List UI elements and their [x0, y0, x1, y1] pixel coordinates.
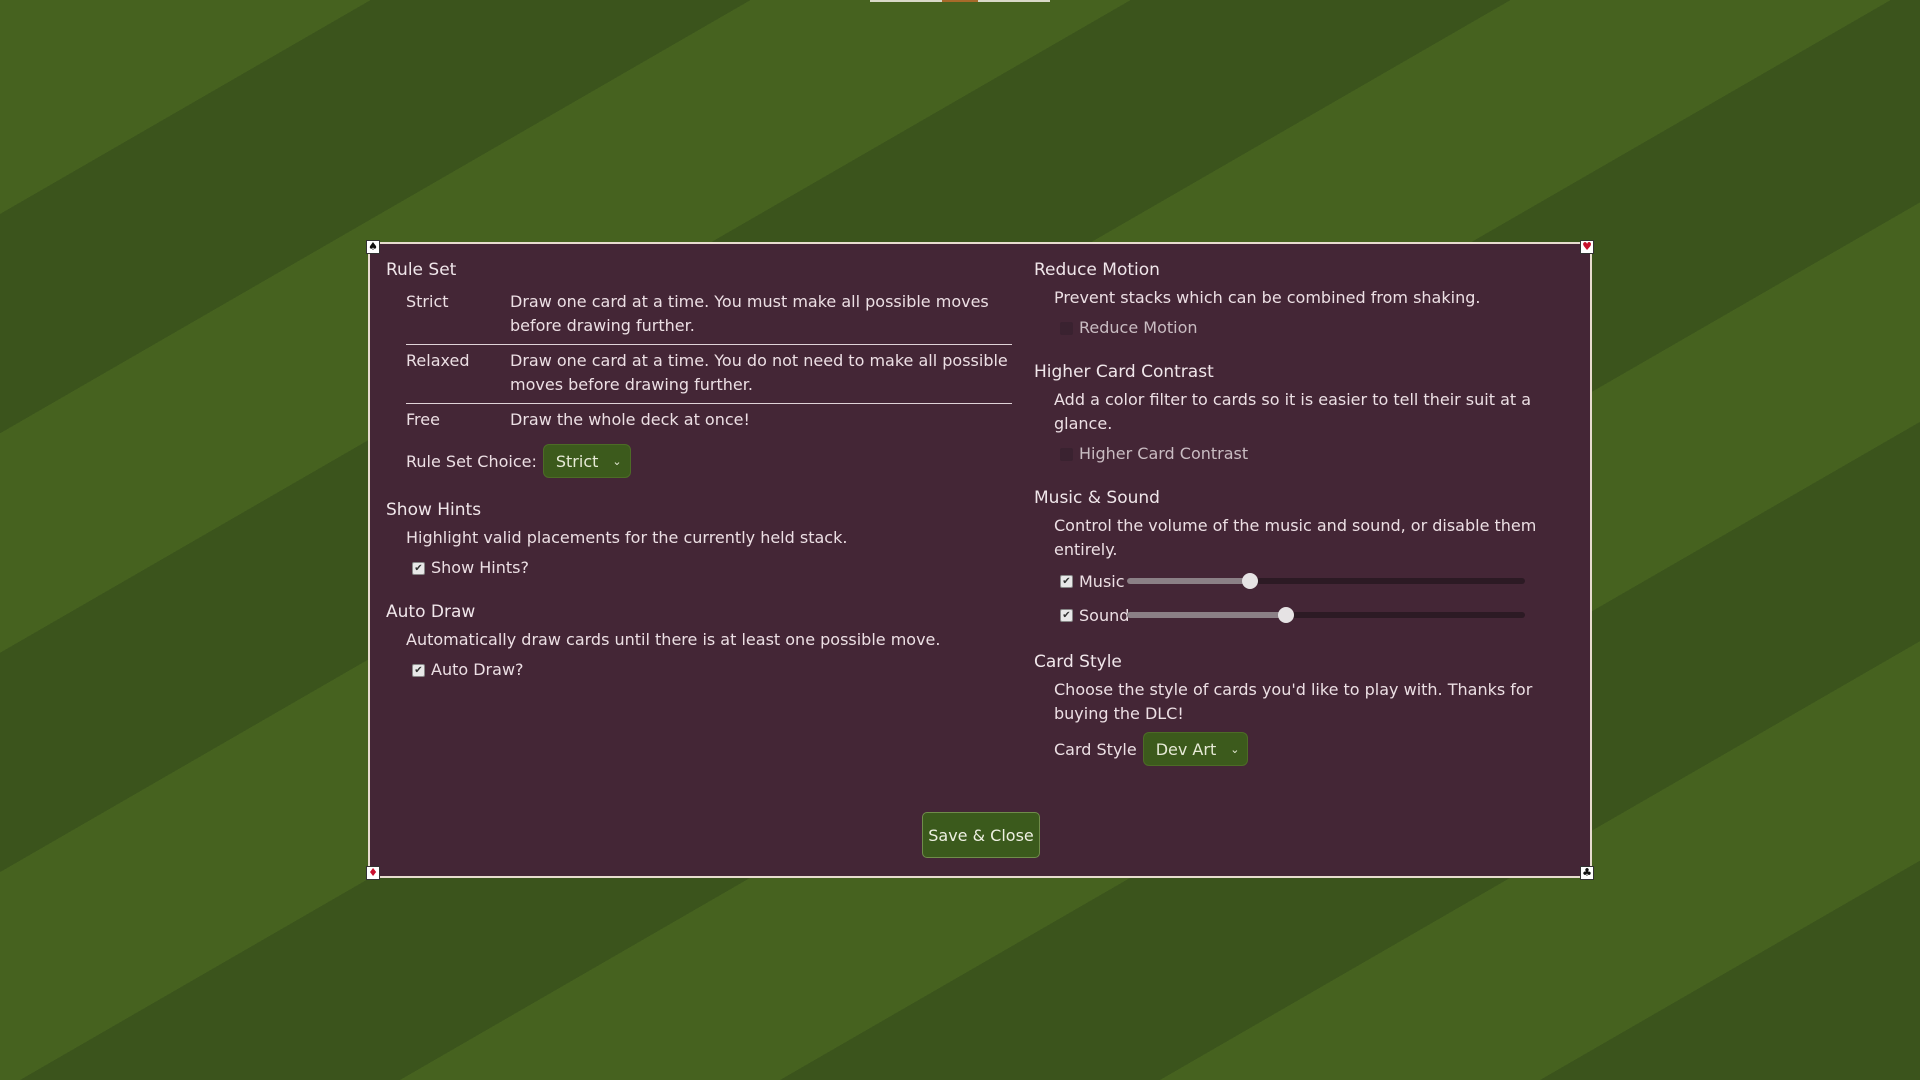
- card-style-select-value: Dev Art: [1155, 739, 1217, 759]
- rule-row-free: Free Draw the whole deck at once!: [406, 404, 1012, 439]
- higher-contrast-label: Higher Card Contrast: [1079, 444, 1249, 463]
- rule-row-strict: Strict Draw one card at a time. You must…: [406, 286, 1012, 345]
- sound-volume-slider[interactable]: [1127, 607, 1525, 623]
- rule-set-section: Rule Set Strict Draw one card at a time.…: [386, 258, 1012, 478]
- save-close-button[interactable]: Save & Close: [922, 812, 1040, 858]
- card-style-select[interactable]: Dev Art ⌄: [1142, 732, 1249, 766]
- diamond-icon: ♦: [366, 866, 380, 880]
- higher-contrast-toggle[interactable]: Higher Card Contrast: [1060, 442, 1574, 466]
- card-style-section: Card Style Choose the style of cards you…: [1034, 650, 1574, 766]
- sound-row: ✔ Sound: [1060, 600, 1574, 630]
- auto-draw-label: Auto Draw?: [431, 660, 524, 679]
- show-hints-description: Highlight valid placements for the curre…: [406, 528, 848, 547]
- music-row: ✔ Music: [1060, 566, 1574, 596]
- sound-label: Sound: [1079, 605, 1130, 625]
- rule-name: Free: [406, 410, 440, 429]
- higher-contrast-description: Add a color filter to cards so it is eas…: [1054, 390, 1532, 433]
- club-icon: ♣: [1580, 866, 1594, 880]
- top-card-edge: [870, 0, 1050, 2]
- rule-set-title: Rule Set: [386, 260, 457, 280]
- reduce-motion-toggle[interactable]: Reduce Motion: [1060, 316, 1574, 340]
- music-sound-section: Music & Sound Control the volume of the …: [1034, 486, 1574, 630]
- music-slider-fill: [1127, 578, 1251, 584]
- card-style-choice-label: Card Style: [1054, 739, 1137, 759]
- music-sound-description: Control the volume of the music and soun…: [1054, 516, 1537, 559]
- rule-set-select[interactable]: Strict ⌄: [542, 444, 631, 478]
- reduce-motion-label: Reduce Motion: [1079, 318, 1198, 337]
- right-column: Reduce Motion Prevent stacks which can b…: [1034, 258, 1574, 786]
- music-volume-slider[interactable]: [1127, 573, 1525, 589]
- rule-name: Strict: [406, 286, 510, 345]
- sound-slider-fill: [1127, 612, 1287, 618]
- left-column: Rule Set Strict Draw one card at a time.…: [386, 258, 1012, 702]
- rule-set-choice-label: Rule Set Choice:: [406, 451, 537, 471]
- auto-draw-checkbox[interactable]: ✔: [412, 663, 425, 677]
- sound-slider-thumb[interactable]: [1278, 607, 1295, 623]
- rule-name: Relaxed: [406, 344, 510, 404]
- auto-draw-description: Automatically draw cards until there is …: [406, 630, 941, 649]
- music-slider-thumb[interactable]: [1242, 573, 1259, 589]
- auto-draw-section: Auto Draw Automatically draw cards until…: [386, 600, 1012, 682]
- rule-set-table: Strict Draw one card at a time. You must…: [406, 286, 1012, 438]
- auto-draw-title: Auto Draw: [386, 602, 476, 622]
- music-checkbox[interactable]: ✔: [1060, 574, 1073, 588]
- higher-contrast-checkbox[interactable]: [1060, 447, 1073, 461]
- music-sound-title: Music & Sound: [1034, 488, 1160, 508]
- show-hints-label: Show Hints?: [431, 558, 529, 577]
- rule-description: Draw one card at a time. You must make a…: [510, 286, 1012, 345]
- rule-set-select-value: Strict: [555, 451, 599, 471]
- music-label: Music: [1079, 571, 1125, 591]
- reduce-motion-description: Prevent stacks which can be combined fro…: [1054, 288, 1481, 307]
- chevron-down-icon: ⌄: [1230, 742, 1240, 756]
- card-style-title: Card Style: [1034, 652, 1122, 672]
- rule-description: Draw one card at a time. You do not need…: [510, 344, 1012, 404]
- rule-set-choice-row: Rule Set Choice: Strict ⌄: [406, 444, 1012, 478]
- reduce-motion-section: Reduce Motion Prevent stacks which can b…: [1034, 258, 1574, 340]
- card-style-description: Choose the style of cards you'd like to …: [1054, 680, 1533, 723]
- sound-checkbox[interactable]: ✔: [1060, 608, 1073, 622]
- show-hints-checkbox[interactable]: ✔: [412, 561, 425, 575]
- reduce-motion-title: Reduce Motion: [1034, 260, 1160, 280]
- rule-row-relaxed: Relaxed Draw one card at a time. You do …: [406, 344, 1012, 404]
- show-hints-title: Show Hints: [386, 500, 482, 520]
- heart-icon: ♥: [1580, 240, 1594, 254]
- auto-draw-toggle[interactable]: ✔ Auto Draw?: [412, 658, 1012, 682]
- higher-contrast-section: Higher Card Contrast Add a color filter …: [1034, 360, 1574, 466]
- chevron-down-icon: ⌄: [612, 454, 622, 468]
- rule-description: Draw the whole deck at once!: [510, 410, 750, 429]
- higher-contrast-title: Higher Card Contrast: [1034, 362, 1214, 382]
- show-hints-toggle[interactable]: ✔ Show Hints?: [412, 556, 1012, 580]
- settings-dialog: ♠ ♥ ♦ ♣ Rule Set Strict Draw one card at…: [366, 240, 1594, 880]
- reduce-motion-checkbox[interactable]: [1060, 321, 1073, 335]
- card-style-choice-row: Card Style Dev Art ⌄: [1054, 732, 1574, 766]
- spade-icon: ♠: [366, 240, 380, 254]
- show-hints-section: Show Hints Highlight valid placements fo…: [386, 498, 1012, 580]
